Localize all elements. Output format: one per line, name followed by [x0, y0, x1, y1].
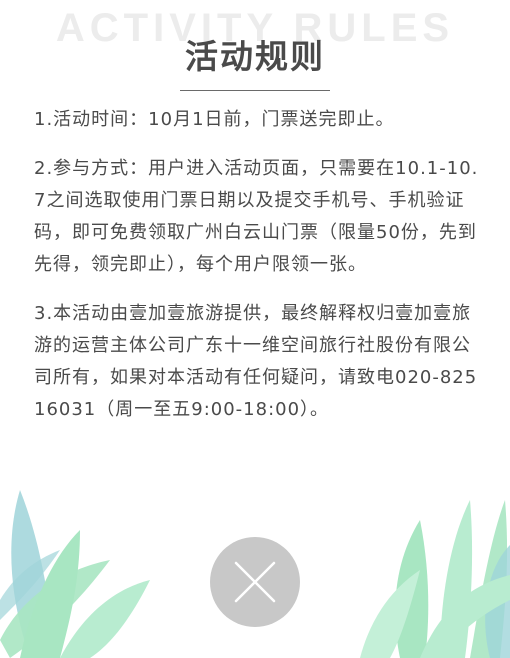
close-button[interactable] — [210, 537, 300, 627]
page-title: 活动规则 — [185, 37, 325, 76]
title-divider — [180, 90, 330, 91]
rules-list: 1.活动时间：10月1日前，门票送完即止。 2.参与方式：用户进入活动页面，只需… — [34, 104, 480, 443]
right-plant — [360, 500, 510, 658]
rule-item-1: 1.活动时间：10月1日前，门票送完即止。 — [34, 109, 395, 130]
rule-item-2: 2.参与方式：用户进入活动页面，只需要在10.1-10.7之间选取使用门票日期以… — [34, 158, 479, 275]
left-plant — [0, 490, 150, 658]
rule-item-3: 3.本活动由壹加壹旅游提供，最终解释权归壹加壹旅游的运营主体公司广东十一维空间旅… — [34, 303, 478, 420]
close-icon — [234, 561, 276, 603]
